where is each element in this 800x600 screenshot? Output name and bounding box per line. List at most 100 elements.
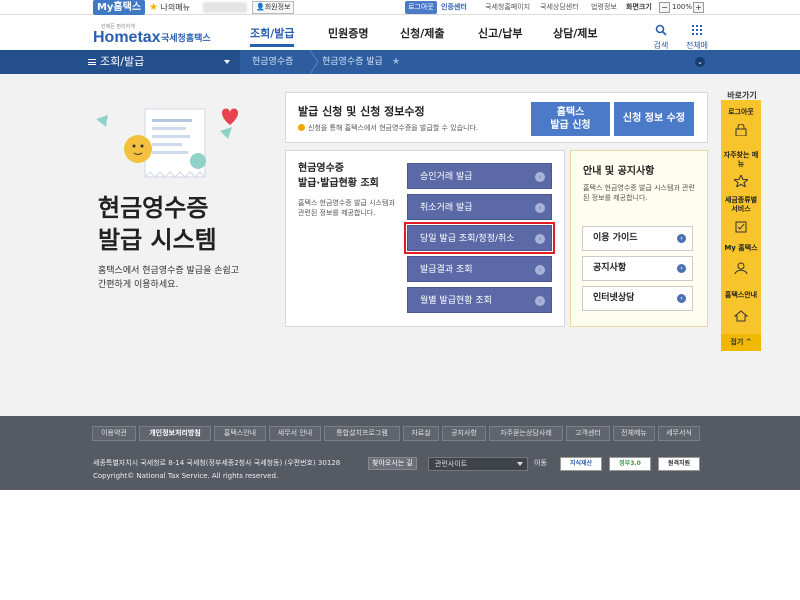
notice-panel-description: 홈택스 현금영수증 발급 시스템과 관련된 정보를 제공합니다. [583, 184, 695, 202]
page-description-line1: 홈택스에서 현금영수증 발급을 손쉽고 [98, 266, 240, 276]
nav-civil-cert[interactable]: 민원증명 [328, 25, 368, 41]
apply-panel-title: 발급 신청 및 신청 정보수정 [298, 105, 425, 118]
arrow-right-icon: › [677, 234, 686, 243]
hometax-apply-button[interactable]: 홈택스 발급 신청 [531, 102, 610, 136]
zoom-in-button[interactable]: + [693, 2, 704, 13]
breadcrumb-cash-receipt[interactable]: 현금영수증 [252, 50, 293, 74]
footer-tax-office-link[interactable]: 세무서 안내 [269, 426, 321, 441]
hometax-apply-line2: 발급 신청 [550, 120, 591, 131]
lock-icon [735, 124, 747, 136]
cert-center-link[interactable]: 인증센터 [441, 1, 467, 14]
gov30-badge[interactable]: 정부3.0 [609, 457, 651, 471]
footer-hometax-guide-link[interactable]: 홈택스안내 [214, 426, 266, 441]
my-hometax-button[interactable]: My홈택스 [93, 0, 145, 15]
user-guide-button[interactable]: 이용 가이드 › [582, 226, 693, 251]
approved-issue-label: 승인거래 발급 [420, 172, 473, 182]
quick-hometax-guide-label: 홈택스안내 [724, 291, 758, 299]
arrow-right-icon: › [677, 294, 686, 303]
same-day-issue-button[interactable]: 당일 발급 조회/정정/취소 › [404, 222, 555, 254]
location-expand-icon[interactable]: ⌄ [695, 57, 705, 67]
my-menu-label: 나의메뉴 [160, 3, 190, 12]
arrow-right-icon: › [677, 264, 686, 273]
page-title-line1: 현금영수증 [98, 194, 209, 222]
notice-button[interactable]: 공지사항 › [582, 256, 693, 281]
issue-result-label: 발급결과 조회 [420, 265, 473, 275]
hometax-apply-line1: 홈택스 [556, 107, 585, 118]
arrow-right-icon: › [535, 172, 545, 182]
footer-customer-center-link[interactable]: 고객센터 [566, 426, 610, 441]
quick-tax-service[interactable]: 세금종류별 서비스 [721, 196, 761, 214]
zoom-value: 100% [672, 3, 693, 11]
quickbar-fold-label: 접기 [730, 338, 744, 346]
footer-library-link[interactable]: 자료실 [403, 426, 439, 441]
quick-logout-label: 로그아웃 [728, 108, 754, 116]
page-description-line2: 간편하게 이용하세요. [98, 280, 179, 290]
directions-button[interactable]: 찾아오시는 길 [368, 457, 417, 470]
internet-counsel-button[interactable]: 인터넷상담 › [582, 286, 693, 311]
breadcrumb-separator-icon [309, 50, 319, 74]
footer-installer-link[interactable]: 통합설치프로그램 [324, 426, 400, 441]
arrow-right-icon: › [535, 203, 545, 213]
related-sites-label: 관련사이트 [435, 460, 468, 468]
user-name-blurred [203, 2, 247, 13]
footer-address: 세종특별자치시 국세청로 8-14 국세청(정부세종2청사 국세청동) (우편번… [93, 459, 341, 467]
quick-my-hometax[interactable]: My 홈택스 [721, 244, 761, 253]
monthly-status-button[interactable]: 월별 발급현황 조회 › [407, 287, 552, 313]
zoom-out-button[interactable]: − [659, 2, 670, 13]
cancel-issue-button[interactable]: 취소거래 발급 › [407, 194, 552, 220]
my-menu-link[interactable]: ★ 나의메뉴 [149, 1, 190, 14]
page-title-line2: 발급 시스템 [98, 226, 217, 254]
footer-copyright: Copyright© National Tax Service. All rig… [93, 472, 279, 480]
quick-hometax-guide[interactable]: 홈택스안내 [721, 291, 761, 300]
quick-logout[interactable]: 로그아웃 [721, 108, 761, 117]
apply-panel-note: 신청을 통해 홈택스에서 현금영수증을 발급할 수 있습니다. [298, 123, 478, 133]
same-day-issue-label: 당일 발급 조회/정정/취소 [420, 234, 515, 244]
issue-result-button[interactable]: 발급결과 조회 › [407, 256, 552, 282]
quickbar-fold-button[interactable]: 접기 ^ [721, 334, 761, 351]
quick-my-hometax-label: My 홈택스 [724, 244, 758, 252]
user-guide-label: 이용 가이드 [593, 233, 638, 243]
star-icon: ★ [149, 2, 158, 13]
breadcrumb-cash-receipt-issue[interactable]: 현금영수증 발급 [322, 50, 383, 74]
law-info-link[interactable]: 법령정보 [591, 1, 617, 14]
footer-faq-link[interactable]: 자주묻는상담사례 [489, 426, 563, 441]
search-button[interactable]: 검색 [650, 21, 672, 51]
footer-privacy-link[interactable]: 개인정보처리방침 [139, 426, 211, 441]
footer-notice-link[interactable]: 공지사항 [442, 426, 486, 441]
logout-button[interactable]: 로그아웃 [405, 1, 437, 14]
info-dot-icon [298, 124, 305, 131]
favorite-star-icon[interactable]: ★ [392, 50, 400, 74]
quick-favorite-label: 자주찾는 메뉴 [723, 151, 759, 168]
remote-support-badge[interactable]: 원격지원 [658, 457, 700, 471]
caret-down-icon [224, 60, 230, 64]
ip-badge[interactable]: 지식재산 [560, 457, 602, 471]
footer-tax-forms-link[interactable]: 세무서식 [658, 426, 700, 441]
member-info-button[interactable]: 👤회원정보 [252, 1, 295, 14]
search-icon [655, 24, 667, 36]
nav-active-indicator [250, 44, 294, 47]
nav-report-pay[interactable]: 신고/납부 [478, 25, 523, 41]
quick-tax-service-label: 세금종류별 서비스 [724, 196, 758, 213]
related-sites-select[interactable]: 관련사이트 [428, 457, 528, 471]
nts-homepage-link[interactable]: 국세청홈페이지 [485, 1, 530, 14]
tax-counsel-link[interactable]: 국세상담센터 [540, 1, 579, 14]
cancel-issue-label: 취소거래 발급 [420, 203, 473, 213]
approved-issue-button[interactable]: 승인거래 발급 › [407, 163, 552, 189]
apply-panel-note-text: 신청을 통해 홈택스에서 현금영수증을 발급할 수 있습니다. [308, 124, 479, 132]
monthly-status-label: 월별 발급현황 조회 [420, 296, 492, 306]
footer-terms-link[interactable]: 이용약관 [92, 426, 136, 441]
page-title: 현금영수증 발급 시스템 [98, 192, 268, 256]
footer-all-menu-link[interactable]: 전체메뉴 [613, 426, 655, 441]
quick-favorite-menu[interactable]: 자주찾는 메뉴 [721, 151, 761, 169]
hometax-logo[interactable]: 언제든 편리하게 Hometax 국세청홈택스 [93, 20, 223, 46]
nav-counsel-report[interactable]: 상담/제보 [553, 25, 598, 41]
nav-inquiry-issue[interactable]: 조회/발급 [250, 25, 295, 41]
person-icon: 👤 [256, 3, 265, 11]
checkbox-icon [735, 221, 747, 233]
nav-apply-submit[interactable]: 신청/제출 [400, 25, 445, 41]
go-button[interactable]: 이동 [534, 457, 547, 470]
star-outline-icon [734, 175, 748, 187]
receipt-illustration [96, 108, 238, 178]
location-menu-dropdown[interactable]: 조회/발급 [0, 50, 240, 74]
edit-apply-info-button[interactable]: 신청 정보 수정 [614, 102, 694, 136]
